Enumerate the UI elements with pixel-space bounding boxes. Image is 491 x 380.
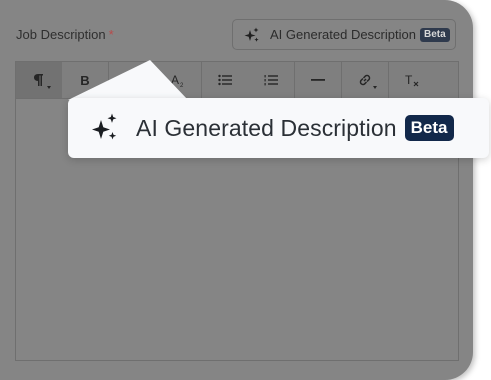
- link-icon: [359, 74, 371, 86]
- clear-formatting-button[interactable]: T: [389, 62, 435, 98]
- beta-badge: Beta: [419, 27, 450, 42]
- toolbar-group-clear: T: [389, 62, 435, 98]
- toolbar-group-lists: [202, 62, 295, 98]
- horizontal-rule-button[interactable]: [295, 62, 341, 98]
- bulleted-list-button[interactable]: [202, 62, 248, 98]
- svg-text:T: T: [405, 73, 413, 87]
- callout-pointer: [68, 60, 188, 100]
- ai-button-label: AI Generated Description: [136, 114, 397, 141]
- dimmed-editor-panel: Job Description * AI Generated Descriptio…: [0, 0, 473, 380]
- required-asterisk: *: [108, 27, 114, 42]
- dropdown-caret-icon: [47, 86, 51, 89]
- paragraph-format-button[interactable]: [16, 62, 62, 98]
- ai-generate-button-highlight[interactable]: AI Generated Description Beta: [68, 98, 489, 158]
- clear-format-icon: T: [405, 73, 419, 87]
- ai-generate-button[interactable]: AI Generated Description Beta: [232, 19, 456, 50]
- link-button[interactable]: [342, 62, 388, 98]
- sparkles-icon: [244, 27, 259, 42]
- field-label: Job Description *: [16, 27, 114, 43]
- sparkles-icon: [92, 113, 117, 140]
- dropdown-caret-icon: [373, 86, 377, 89]
- ai-button-label: AI Generated Description: [270, 27, 416, 42]
- bullet-list-icon: [218, 74, 232, 86]
- toolbar-group-link: [342, 62, 389, 98]
- beta-badge: Beta: [404, 115, 454, 141]
- toolbar-group-rule: [295, 62, 342, 98]
- numbered-list-button[interactable]: [248, 62, 294, 98]
- field-label-text: Job Description: [16, 27, 106, 42]
- pilcrow-icon: [34, 74, 43, 86]
- numbered-list-icon: [264, 75, 278, 86]
- horizontal-rule-icon: [311, 79, 325, 81]
